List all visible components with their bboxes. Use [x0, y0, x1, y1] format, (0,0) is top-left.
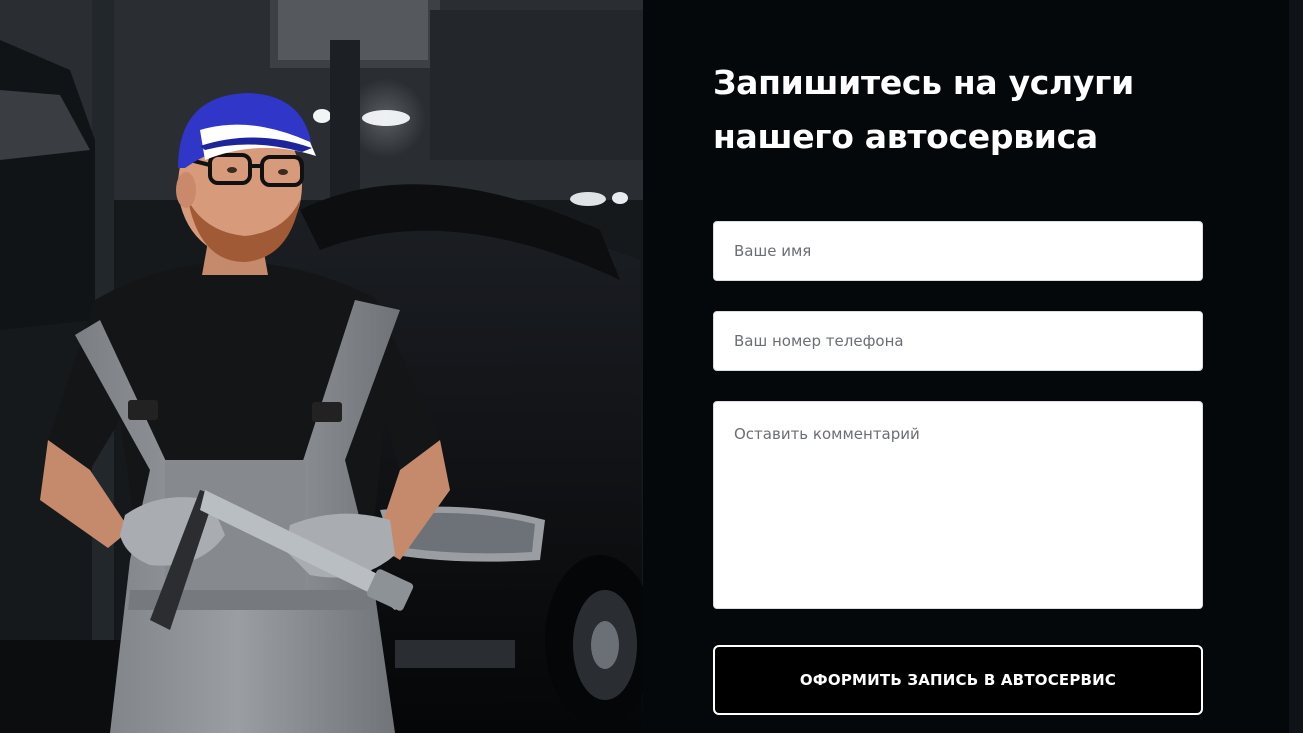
booking-form: Запишитесь на услуги нашего автосервиса … [713, 0, 1203, 733]
form-title-line-1: Запишитесь на услуги [713, 63, 1134, 102]
name-input[interactable] [713, 221, 1203, 281]
mechanic-photo [0, 0, 643, 733]
submit-booking-button[interactable]: ОФОРМИТЬ ЗАПИСЬ В АВТОСЕРВИС [713, 645, 1203, 715]
right-edge-strip [1289, 0, 1303, 733]
form-title: Запишитесь на услуги нашего автосервиса [713, 56, 1193, 164]
booking-section: Запишитесь на услуги нашего автосервиса … [0, 0, 1303, 733]
form-title-line-2: нашего автосервиса [713, 117, 1098, 156]
comment-textarea[interactable] [713, 401, 1203, 609]
phone-input[interactable] [713, 311, 1203, 371]
